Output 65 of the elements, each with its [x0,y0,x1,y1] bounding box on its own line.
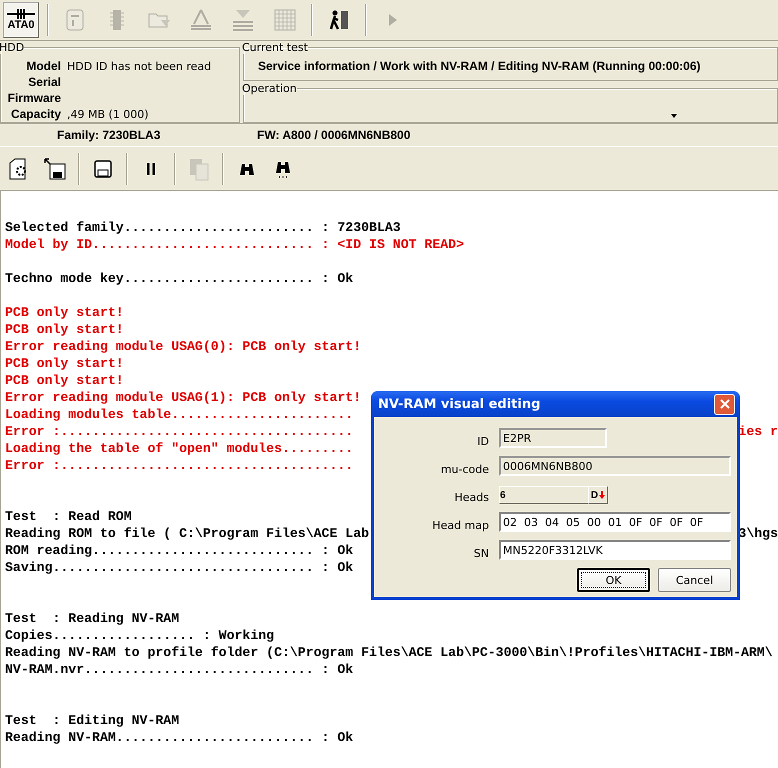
firmware-label: FW: A800 / 0006MN6NB800 [257,128,410,142]
grid-icon [274,9,296,31]
log-line: Selected family........................ : 7230BLA3 [5,219,401,236]
connector-icon [7,9,35,19]
chip-icon [109,8,125,32]
log-line: PCB only start! [5,304,124,321]
family-label: Family: 7230BLA3 [57,128,162,142]
exit-door-icon [328,9,350,31]
log-line: Error reading module USAG(1): PCB only start! [5,389,362,406]
field-value: ,49 MB (1 000) [67,108,149,120]
log-line: PCB only start! [5,355,124,372]
log-line: Copies.................. : Working [5,627,274,644]
log-line: Techno mode key........................ : Ok [5,270,354,287]
log-line: Model by ID............................ : <ID IS NOT READ> [5,236,464,253]
field-label: ID [476,435,489,448]
log-line: Loading the table of "open" modules......... [5,440,354,457]
log-line: Error :..................................... [5,423,354,440]
text-field[interactable]: MN5220F3312LVK [499,540,731,560]
close-button[interactable] [714,394,735,414]
field-label: Heads [454,491,489,504]
copy-icon [188,156,210,180]
field-label: Head map [431,519,489,532]
log-line: NV-RAM.nvr............................. : Ok [5,661,354,678]
log-line: Reading ROM to file ( C:\Program Files\ACE Lab [5,525,370,542]
floppy-icon [93,158,113,178]
log-line: Loading modules table....................... [5,406,354,423]
log-line: Reading NV-RAM to profile folder (C:\Program Files\ACE Lab\PC-3000\Bin\!Profiles\HITACHI-IBM-ARM\ [5,644,773,661]
log-line: 3\hgs [738,525,778,542]
dropdown-button[interactable]: D [588,486,608,504]
caret-icon[interactable] [671,114,677,118]
play-icon [388,13,398,27]
ok-button[interactable]: OK [577,568,650,592]
field-label: Model [25,59,61,73]
log-line: Error reading module USAG(0): PCB only start! [5,338,362,355]
pause-icon [146,162,156,176]
group-title: Operation [242,82,297,95]
group-title: HDD [0,41,24,54]
log-line: Reading NV-RAM......................... : Ok [5,729,354,746]
field-label: SN [472,547,489,560]
group-title: Current test [242,41,308,54]
floppy-arrow-icon [43,156,67,180]
current-test-text: Service information / Work with NV-RAM / Editing NV-RAM (Running 00:00:06) [257,58,702,73]
text-field[interactable]: 02 03 04 05 00 01 0F 0F 0F 0F [499,512,731,532]
dialog-title: NV-RAM visual editing [378,396,540,412]
cancel-button[interactable]: Cancel [658,568,731,592]
close-icon [720,399,730,409]
log-line: Error :..................................... [5,457,354,474]
text-field[interactable]: 0006MN6NB800 [499,456,731,476]
log-line: PCB only start! [5,372,124,389]
down-arrow-icon [599,491,606,499]
log-line: Test : Reading NV-RAM [5,610,180,627]
text-field[interactable]: E2PR [499,428,607,448]
log-line: PCB only start! [5,321,124,338]
field-label: mu-code [440,463,489,476]
number-field[interactable]: 6 D [499,486,607,504]
field-value: HDD ID has not been read [67,60,212,72]
field-label: Serial [27,75,61,89]
port-button[interactable]: ATA0 [3,2,39,38]
field-label: Firmware [6,91,61,105]
log-line: ROM reading............................ : Ok [5,542,354,559]
log-line: Saving................................. : Ok [5,559,354,576]
field-label: Capacity [10,107,61,121]
log-line: ies r [738,423,778,440]
log-line: Test : Editing NV-RAM [5,712,180,729]
log-line: Test : Read ROM [5,508,132,525]
